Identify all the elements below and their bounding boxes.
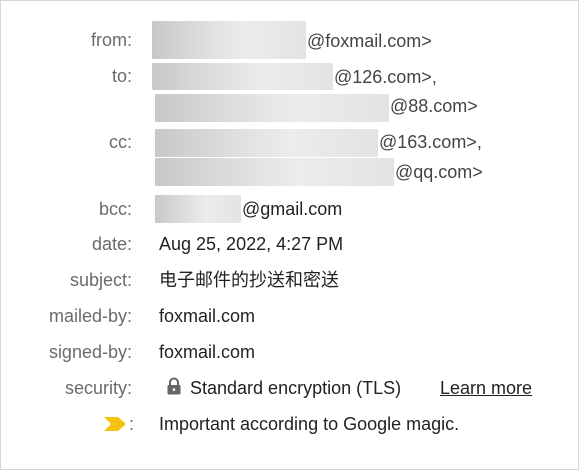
subject-label: subject: — [69, 270, 132, 290]
lock-icon — [167, 377, 181, 395]
email-details-panel: from: @foxmail.com> to: @126.com>, @88.c… — [0, 0, 579, 470]
cc-label: cc: — [108, 132, 132, 152]
mailed-by-value: foxmail.com — [159, 306, 256, 326]
mailed-by-label: mailed-by: — [48, 306, 132, 326]
redacted-to-1 — [152, 63, 333, 90]
subject-value: 电子邮件的抄送和密送 — [159, 270, 339, 290]
redacted-cc-2 — [155, 158, 394, 186]
to-email-domain-1: @126.com>, — [334, 67, 437, 87]
redacted-bcc — [155, 195, 241, 223]
from-email-domain: @foxmail.com> — [307, 31, 432, 51]
signed-by-value: foxmail.com — [159, 342, 256, 362]
cc-email-domain-2: @qq.com> — [395, 162, 483, 182]
security-value: Standard encryption (TLS) — [190, 378, 402, 398]
from-label: from: — [90, 30, 132, 50]
redacted-cc-1 — [155, 129, 378, 157]
bcc-email-domain: @gmail.com — [242, 199, 343, 219]
bcc-label: bcc: — [98, 199, 132, 219]
redacted-from-name — [152, 21, 306, 59]
redacted-to-2 — [155, 94, 389, 122]
to-label: to: — [111, 66, 132, 86]
signed-by-label: signed-by: — [48, 342, 132, 362]
date-value: Aug 25, 2022, 4:27 PM — [159, 234, 344, 254]
to-email-domain-2: @88.com> — [390, 96, 478, 116]
learn-more-link[interactable]: Learn more — [440, 377, 532, 399]
security-label: security: — [64, 378, 132, 398]
importance-marker-icon — [104, 417, 126, 431]
importance-value: Important according to Google magic. — [159, 414, 460, 434]
date-label: date: — [91, 234, 132, 254]
importance-colon: : — [129, 414, 135, 434]
cc-email-domain-1: @163.com>, — [379, 132, 482, 152]
